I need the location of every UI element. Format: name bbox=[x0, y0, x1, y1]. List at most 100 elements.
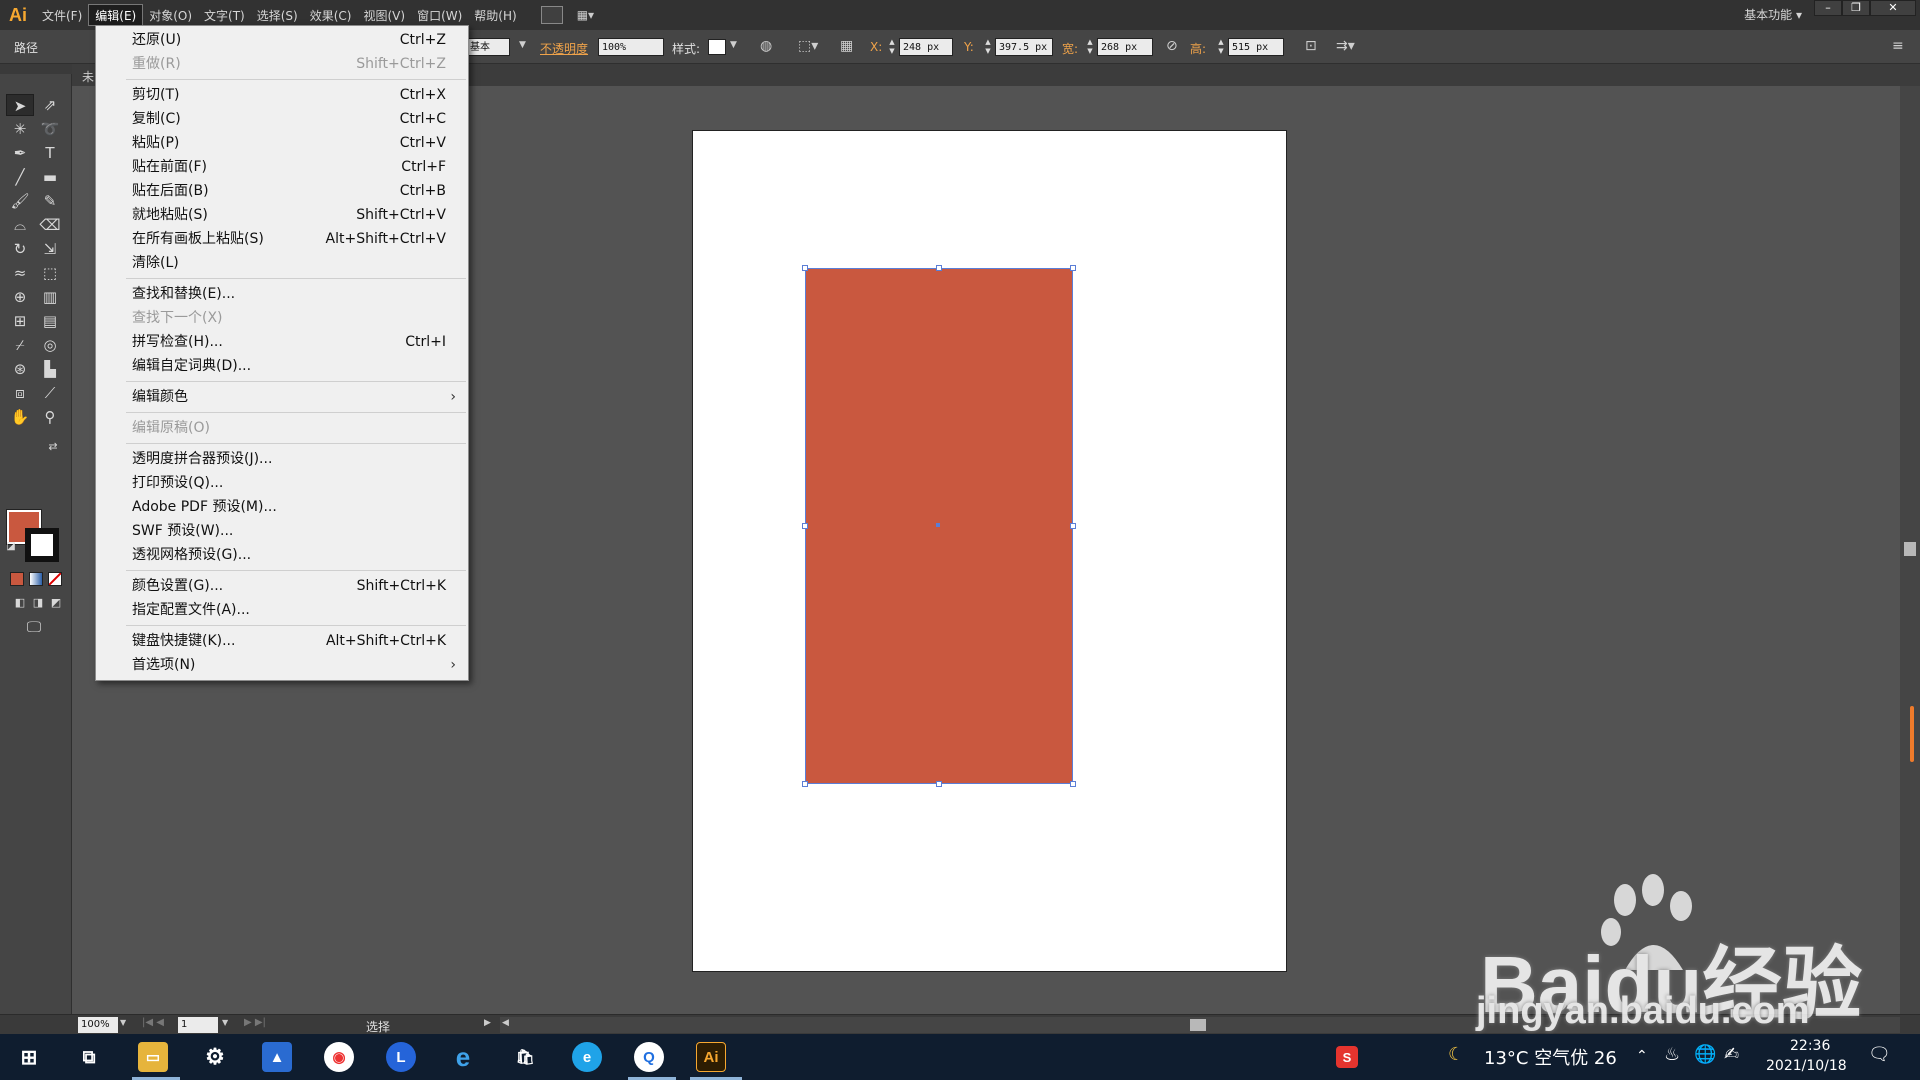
color-mode-icon[interactable] bbox=[10, 572, 24, 586]
edit-menu-item[interactable]: 键盘快捷键(K)... Alt+Shift+Ctrl+K bbox=[96, 629, 468, 653]
menu-object[interactable]: 对象(O) bbox=[143, 4, 198, 26]
last-artboard-icon[interactable]: ▶ ▶| bbox=[244, 1017, 266, 1028]
edit-menu-item[interactable]: 贴在前面(F) Ctrl+F bbox=[96, 155, 468, 179]
edit-menu-item[interactable]: SWF 预设(W)... bbox=[96, 519, 468, 543]
settings-gear-icon[interactable]: ⚙ bbox=[200, 1042, 230, 1072]
hand-tool-icon[interactable]: ✋ bbox=[6, 406, 34, 428]
task-view-icon[interactable]: ⧉ bbox=[74, 1042, 104, 1072]
restore-button[interactable]: ❐ bbox=[1842, 0, 1870, 16]
edit-menu-item[interactable]: Adobe PDF 预设(M)... bbox=[96, 495, 468, 519]
handle-middle-right[interactable] bbox=[1070, 523, 1076, 529]
menu-select[interactable]: 选择(S) bbox=[251, 4, 304, 26]
stroke-profile-chevron-icon[interactable]: ▼ bbox=[519, 40, 526, 50]
mesh-tool-icon[interactable]: ⊞ bbox=[6, 310, 34, 332]
width-stepper[interactable]: ▲ ▼ bbox=[1085, 38, 1095, 56]
clock-date[interactable]: 2021/10/18 bbox=[1766, 1058, 1847, 1074]
edit-menu-item[interactable]: 透明度拼合器预设(J)... bbox=[96, 447, 468, 471]
default-colors-icon[interactable]: ◪ bbox=[4, 540, 18, 554]
lasso-tool-icon[interactable]: ➰ bbox=[36, 118, 64, 140]
screen-mode-icon[interactable]: 🖵 bbox=[20, 616, 48, 638]
rotate-tool-icon[interactable]: ↻ bbox=[6, 238, 34, 260]
style-chevron-icon[interactable]: ▼ bbox=[730, 40, 737, 50]
gradient-mode-icon[interactable] bbox=[29, 572, 43, 586]
graph-tool-icon[interactable]: ▙ bbox=[36, 358, 64, 380]
none-mode-icon[interactable] bbox=[48, 572, 62, 586]
panel-menu-icon[interactable]: ≡ bbox=[1892, 38, 1904, 54]
windows-start-icon[interactable]: ⊞ bbox=[14, 1042, 44, 1072]
menu-view[interactable]: 视图(V) bbox=[357, 4, 411, 26]
handle-bottom-right[interactable] bbox=[1070, 781, 1076, 787]
handle-middle-left[interactable] bbox=[802, 523, 808, 529]
status-menu-arrow-icon[interactable]: ▶ bbox=[484, 1018, 491, 1028]
handle-top-center[interactable] bbox=[936, 265, 942, 271]
recolor-artwork-icon[interactable]: ◍ bbox=[760, 38, 772, 54]
align-selection-icon[interactable]: ⬚▾ bbox=[798, 38, 818, 54]
menu-window[interactable]: 窗口(W) bbox=[411, 4, 468, 26]
edit-menu-item[interactable]: 指定配置文件(A)... bbox=[96, 598, 468, 622]
clock-time[interactable]: 22:36 bbox=[1790, 1038, 1830, 1054]
pen-input-icon[interactable]: ✍ bbox=[1724, 1044, 1739, 1065]
toolbar-grip[interactable] bbox=[0, 64, 72, 74]
eraser-tool-icon[interactable]: ⌫ bbox=[36, 214, 64, 236]
document-tab[interactable]: 未 bbox=[82, 68, 94, 85]
warp-tool-icon[interactable]: ≈ bbox=[6, 262, 34, 284]
l-app-icon[interactable]: L bbox=[386, 1042, 416, 1072]
handle-top-right[interactable] bbox=[1070, 265, 1076, 271]
edit-menu-item[interactable]: 拼写检查(H)... Ctrl+I bbox=[96, 330, 468, 354]
first-artboard-icon[interactable]: |◀ ◀ bbox=[142, 1017, 164, 1028]
edit-menu-item[interactable]: 打印预设(Q)... bbox=[96, 471, 468, 495]
opacity-input[interactable]: 100% bbox=[598, 38, 664, 56]
photos-icon[interactable]: ▲ bbox=[262, 1042, 292, 1072]
close-button[interactable]: ✕ bbox=[1870, 0, 1916, 16]
draw-inside-icon[interactable]: ◩ bbox=[42, 592, 70, 614]
arrange-documents-icon[interactable]: ▦▾ bbox=[577, 6, 607, 24]
panel-options-icon[interactable]: ⇉▾ bbox=[1336, 38, 1355, 54]
tray-app-icon[interactable]: ♨ bbox=[1664, 1044, 1680, 1065]
gradient-tool-icon[interactable]: ▤ bbox=[36, 310, 64, 332]
notification-center-icon[interactable]: 🗨 bbox=[1868, 1044, 1891, 1065]
x-stepper[interactable]: ▲ ▼ bbox=[887, 38, 897, 56]
edit-menu-item[interactable]: 粘贴(P) Ctrl+V bbox=[96, 131, 468, 155]
height-stepper[interactable]: ▲ ▼ bbox=[1216, 38, 1226, 56]
symbol-sprayer-tool-icon[interactable]: ⊛ bbox=[6, 358, 34, 380]
blob-brush-tool-icon[interactable]: ⌓ bbox=[6, 214, 34, 236]
edit-menu-item[interactable]: 在所有画板上粘贴(S) Alt+Shift+Ctrl+V bbox=[96, 227, 468, 251]
vertical-scroll-thumb[interactable] bbox=[1904, 542, 1916, 556]
ie-browser-icon[interactable]: e bbox=[448, 1042, 478, 1072]
menu-file[interactable]: 文件(F) bbox=[36, 4, 88, 26]
x-input[interactable]: 248 px bbox=[899, 38, 953, 56]
height-input[interactable]: 515 px bbox=[1228, 38, 1284, 56]
edit-menu-item[interactable]: 查找和替换(E)... bbox=[96, 282, 468, 306]
qq-browser-icon[interactable]: Q bbox=[634, 1042, 664, 1072]
zoom-level-field[interactable]: 100% bbox=[78, 1017, 118, 1033]
stroke-profile-select[interactable]: 基本 bbox=[466, 38, 510, 56]
eyedropper-tool-icon[interactable]: ⌿ bbox=[6, 334, 34, 356]
stroke-swatch[interactable] bbox=[25, 528, 59, 562]
paintbrush-tool-icon[interactable]: 🖌 bbox=[6, 190, 34, 212]
opacity-link[interactable]: 不透明度 bbox=[540, 40, 588, 57]
workspace-switcher[interactable]: 基本功能 ▾ bbox=[1744, 6, 1802, 23]
direct-selection-tool-icon[interactable]: ⇗ bbox=[36, 94, 64, 116]
sogou-ime-icon[interactable]: S bbox=[1336, 1046, 1358, 1068]
edit-menu-item[interactable]: 剪切(T) Ctrl+X bbox=[96, 83, 468, 107]
illustrator-taskbar-icon[interactable]: Ai bbox=[696, 1042, 726, 1072]
type-tool-icon[interactable]: T bbox=[36, 142, 64, 164]
edit-menu-item[interactable]: 复制(C) Ctrl+C bbox=[96, 107, 468, 131]
blend-tool-icon[interactable]: ◎ bbox=[36, 334, 64, 356]
file-explorer-icon[interactable]: ▭ bbox=[138, 1042, 168, 1072]
chrome-icon[interactable]: ◉ bbox=[324, 1042, 354, 1072]
link-proportions-icon[interactable]: ⊘ bbox=[1166, 38, 1178, 54]
horizontal-scroll-thumb[interactable] bbox=[1190, 1019, 1206, 1031]
width-input[interactable]: 268 px bbox=[1097, 38, 1153, 56]
edit-menu-item[interactable]: 透视网格预设(G)... bbox=[96, 543, 468, 567]
edit-menu-item[interactable]: 编辑颜色 › bbox=[96, 385, 468, 409]
isolate-icon[interactable]: ⊡ bbox=[1305, 38, 1317, 54]
rectangle-tool-icon[interactable]: ▬ bbox=[36, 166, 64, 188]
artboard-number-field[interactable]: 1 bbox=[178, 1017, 218, 1033]
selection-tool-icon[interactable]: ➤ bbox=[6, 94, 34, 116]
edit-menu-item[interactable]: 首选项(N) › bbox=[96, 653, 468, 677]
scale-tool-icon[interactable]: ⇲ bbox=[36, 238, 64, 260]
artboard-chevron-icon[interactable]: ▼ bbox=[222, 1018, 228, 1027]
menu-type[interactable]: 文字(T) bbox=[198, 4, 251, 26]
side-handle[interactable] bbox=[1910, 706, 1914, 762]
